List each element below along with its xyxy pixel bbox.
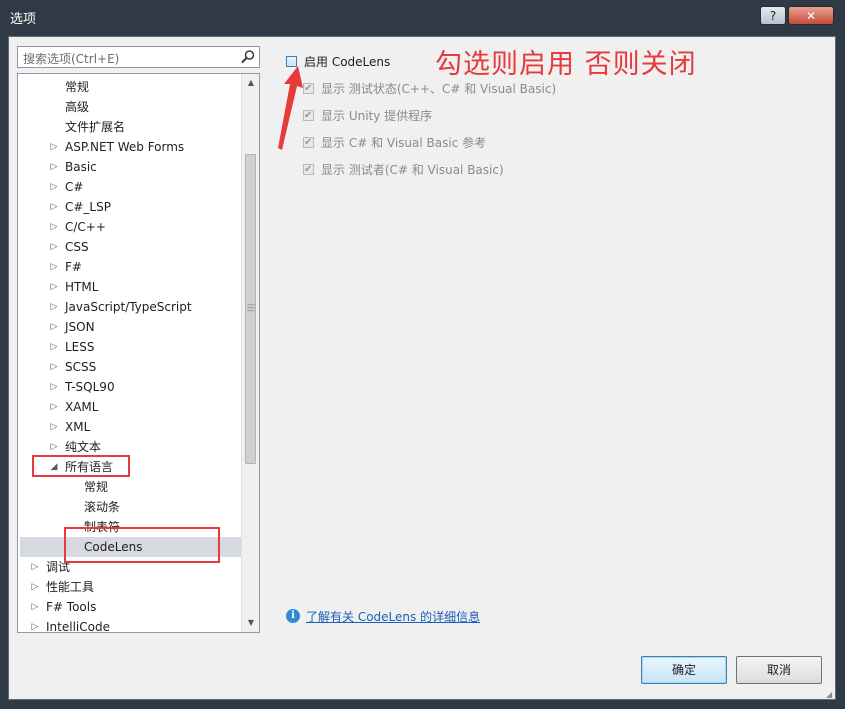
tree-item[interactable]: ▷ XML [20, 417, 241, 437]
scroll-down-arrow-icon[interactable]: ▼ [245, 618, 257, 628]
tree-item[interactable]: ▷ JSON [20, 317, 241, 337]
tree-item[interactable]: ▷ JavaScript/TypeScript [20, 297, 241, 317]
expand-arrow-icon[interactable]: ▷ [49, 397, 59, 417]
tree-item-label: LESS [65, 340, 95, 354]
annotation-text: 勾选则启用 否则关闭 [435, 49, 697, 80]
tree-item-label: C#_LSP [65, 200, 111, 214]
search-box[interactable]: 搜索选项(Ctrl+E) [17, 46, 260, 68]
expand-arrow-icon[interactable]: ▷ [30, 597, 40, 617]
ok-button[interactable]: 确定 [641, 656, 727, 684]
window-title: 选项 [10, 12, 37, 27]
tree-item-label: T-SQL90 [65, 380, 115, 394]
tree-item-label: 性能工具 [46, 580, 95, 594]
expand-arrow-icon[interactable]: ▷ [49, 297, 59, 317]
tree-item[interactable]: ▷ LESS [20, 337, 241, 357]
tree-item[interactable]: ▷ T-SQL90 [20, 377, 241, 397]
expand-arrow-icon[interactable]: ▷ [49, 177, 59, 197]
resize-grip-icon[interactable]: ◢ [826, 690, 832, 699]
learn-more-text[interactable]: 了解有关 CodeLens 的详细信息 [306, 608, 480, 625]
tree-scrollbar[interactable]: ▲ — — — ▼ [241, 74, 259, 632]
expand-arrow-icon[interactable]: ▷ [49, 357, 59, 377]
close-button[interactable]: ✕ [788, 6, 834, 25]
tree-item[interactable]: ▷ HTML [20, 277, 241, 297]
options-dialog: 选项 ? ✕ 搜索选项(Ctrl+E) 常规 高级 文件扩展名 ▷ ASP.NET We… [0, 0, 845, 709]
tree-item[interactable]: ▷ XAML [20, 397, 241, 417]
tree-item[interactable]: 滚动条 [20, 497, 241, 517]
expand-arrow-icon[interactable]: ▷ [30, 557, 40, 577]
scroll-up-arrow-icon[interactable]: ▲ [245, 78, 257, 88]
enable-codelens-label: 启用 CodeLens [304, 55, 391, 69]
expand-arrow-icon[interactable]: ▷ [49, 417, 59, 437]
tree-item[interactable]: 文件扩展名 [20, 117, 241, 137]
tree-item-label: 高级 [65, 100, 90, 114]
show-testers-checkbox[interactable]: ✔ [303, 164, 314, 175]
tree-item-label: 滚动条 [84, 500, 121, 514]
expand-arrow-icon[interactable]: ▷ [49, 277, 59, 297]
tree-item[interactable]: ▷ F# [20, 257, 241, 277]
tree-item-label: XML [65, 420, 91, 434]
title-bar[interactable]: 选项 ? ✕ [0, 0, 845, 36]
expand-arrow-icon[interactable]: ▷ [30, 577, 40, 597]
show-test-status-label: 显示 测试状态(C++、C# 和 Visual Basic) [321, 82, 557, 96]
search-input[interactable]: 搜索选项(Ctrl+E) [23, 50, 119, 67]
expand-arrow-icon[interactable]: ▷ [49, 137, 59, 157]
tree-item[interactable]: ▷ 纯文本 [20, 437, 241, 457]
tree-item-label: 纯文本 [65, 440, 102, 454]
expand-arrow-icon[interactable]: ▷ [49, 157, 59, 177]
tree-item-label: JavaScript/TypeScript [65, 300, 192, 314]
highlight-codelens [64, 527, 220, 563]
tree-item[interactable]: 常规 [20, 77, 241, 97]
tree-item[interactable]: 高级 [20, 97, 241, 117]
tree-item-label: XAML [65, 400, 99, 414]
tree-item[interactable]: 常规 [20, 477, 241, 497]
tree-item[interactable]: ▷ C/C++ [20, 217, 241, 237]
tree-item-label: HTML [65, 280, 99, 294]
expand-arrow-icon[interactable]: ▷ [49, 197, 59, 217]
tree-item[interactable]: ▷ F# Tools [20, 597, 241, 617]
tree-item-label: F# Tools [46, 600, 97, 614]
grip-icon: — — — [247, 300, 255, 315]
cancel-button[interactable]: 取消 [736, 656, 822, 684]
tree-item[interactable]: ▷ Basic [20, 157, 241, 177]
show-testers-label: 显示 测试者(C# 和 Visual Basic) [321, 163, 504, 177]
search-icon[interactable] [240, 49, 256, 65]
tree-item-label: IntelliCode [46, 620, 110, 633]
expand-arrow-icon[interactable]: ▷ [49, 257, 59, 277]
highlight-all-languages [32, 455, 130, 477]
expand-arrow-icon[interactable]: ▷ [49, 437, 59, 457]
tree-item-label: 常规 [84, 480, 109, 494]
info-icon: i [286, 609, 300, 623]
tree-item-label: CSS [65, 240, 89, 254]
tree-item[interactable]: ▷ SCSS [20, 357, 241, 377]
expand-arrow-icon[interactable]: ▷ [49, 337, 59, 357]
annotation-arrow-icon [278, 66, 303, 150]
tree-item[interactable]: ▷ ASP.NET Web Forms [20, 137, 241, 157]
show-unity-provider-label: 显示 Unity 提供程序 [321, 109, 433, 123]
tree-item-label: C# [65, 180, 84, 194]
tree-item-label: ASP.NET Web Forms [65, 140, 185, 154]
tree-item[interactable]: ▷ C#_LSP [20, 197, 241, 217]
tree-item-label: SCSS [65, 360, 97, 374]
expand-arrow-icon[interactable]: ▷ [49, 377, 59, 397]
tree-item-label: 文件扩展名 [65, 120, 126, 134]
tree-item-label: JSON [65, 320, 95, 334]
tree-item[interactable]: ▷ 性能工具 [20, 577, 241, 597]
expand-arrow-icon[interactable]: ▷ [30, 617, 40, 632]
show-references-label: 显示 C# 和 Visual Basic 参考 [321, 136, 487, 150]
tree-item-label: 常规 [65, 80, 90, 94]
tree-item[interactable]: ▷ CSS [20, 237, 241, 257]
tree-item-label: C/C++ [65, 220, 106, 234]
tree-item[interactable]: ▷ C# [20, 177, 241, 197]
tree-item-label: F# [65, 260, 82, 274]
help-button[interactable]: ? [760, 6, 786, 25]
expand-arrow-icon[interactable]: ▷ [49, 317, 59, 337]
scroll-thumb[interactable]: — — — [245, 154, 256, 464]
expand-arrow-icon[interactable]: ▷ [49, 217, 59, 237]
expand-arrow-icon[interactable]: ▷ [49, 237, 59, 257]
tree-item[interactable]: ▷ IntelliCode [20, 617, 241, 633]
tree-item-label: Basic [65, 160, 97, 174]
